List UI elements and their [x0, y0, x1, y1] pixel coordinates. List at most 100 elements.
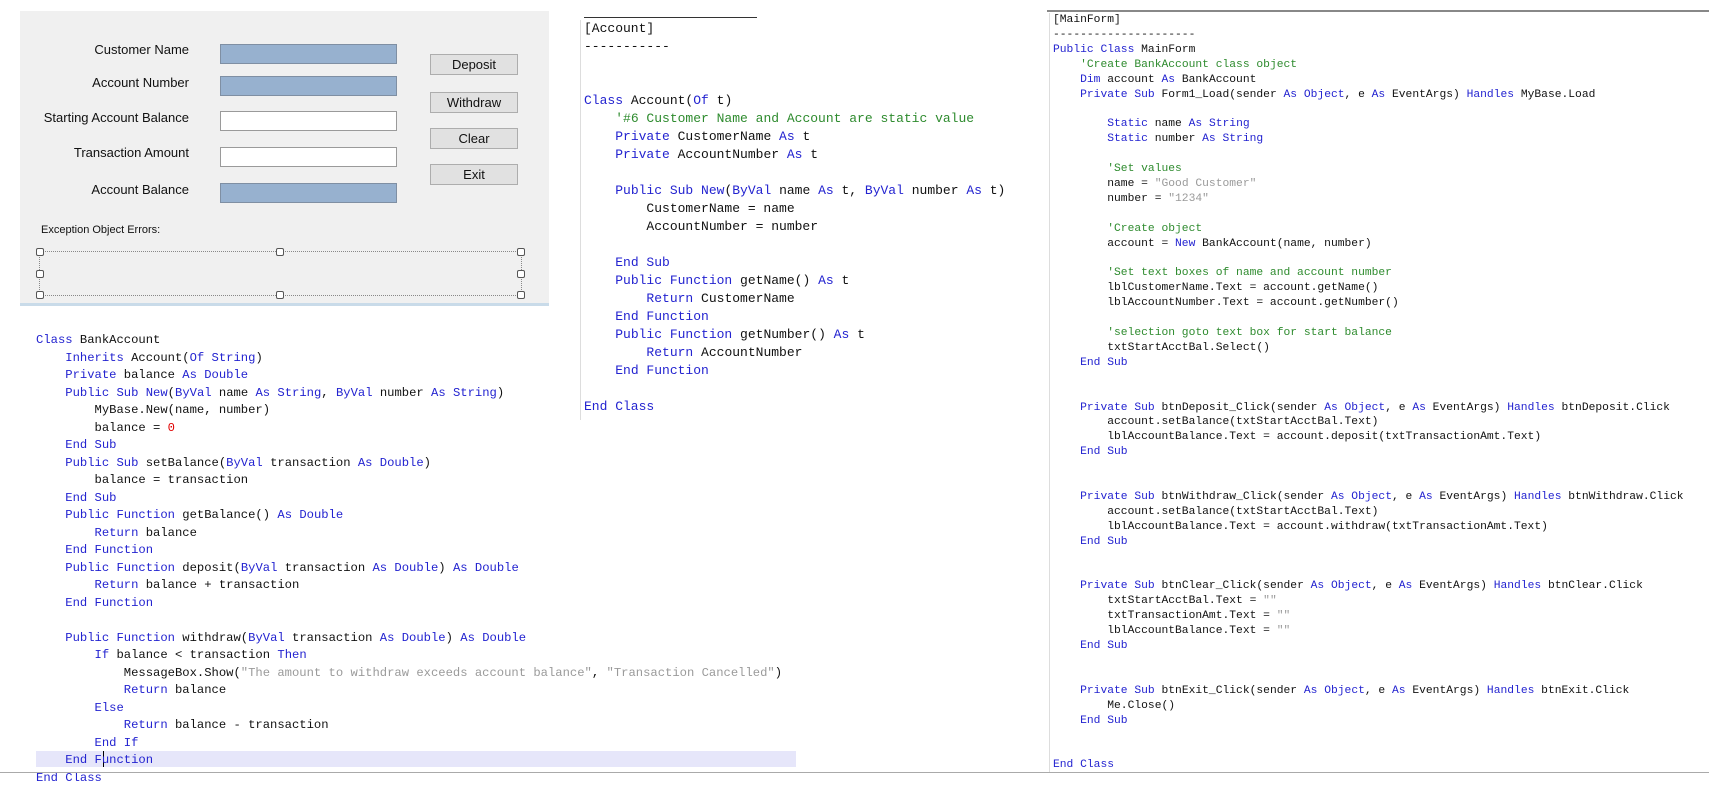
code-line[interactable]: '#6 Customer Name and Account are static… — [584, 110, 1005, 128]
code-line[interactable]: End Sub — [584, 254, 1005, 272]
code-line[interactable]: Class Account(Of t) — [584, 92, 1005, 110]
code-line[interactable]: End Sub — [36, 437, 782, 455]
resize-handle[interactable] — [517, 291, 525, 299]
resize-handle[interactable] — [276, 291, 284, 299]
exit-button[interactable]: Exit — [430, 164, 518, 185]
code-line[interactable]: account.setBalance(txtStartAcctBal.Text) — [1053, 415, 1684, 430]
code-line[interactable]: txtStartAcctBal.Text = "" — [1053, 594, 1684, 609]
code-line[interactable] — [584, 164, 1005, 182]
code-line[interactable]: lblAccountBalance.Text = account.withdra… — [1053, 520, 1684, 535]
code-line[interactable]: Return balance — [36, 525, 782, 543]
code-line[interactable]: account.setBalance(txtStartAcctBal.Text) — [1053, 505, 1684, 520]
code-line[interactable]: txtTransactionAmt.Text = "" — [1053, 609, 1684, 624]
code-line[interactable]: If balance < transaction Then — [36, 647, 782, 665]
code-line[interactable]: account = New BankAccount(name, number) — [1053, 237, 1684, 252]
code-line[interactable]: Dim account As BankAccount — [1053, 73, 1684, 88]
code-line[interactable]: 'Set text boxes of name and account numb… — [1053, 266, 1684, 281]
code-line[interactable]: CustomerName = name — [584, 200, 1005, 218]
code-line[interactable] — [1053, 654, 1684, 669]
code-line[interactable]: [Account] — [584, 20, 1005, 38]
code-line[interactable]: 'selection goto text box for start balan… — [1053, 326, 1684, 341]
code-line[interactable]: Private Sub btnWithdraw_Click(sender As … — [1053, 490, 1684, 505]
code-line[interactable] — [1053, 102, 1684, 117]
code-line[interactable]: [MainForm] — [1053, 13, 1684, 28]
code-line[interactable]: Public Sub setBalance(ByVal transaction … — [36, 455, 782, 473]
code-line[interactable]: 'Create object — [1053, 222, 1684, 237]
resize-handle[interactable] — [36, 270, 44, 278]
code-line[interactable]: Public Function withdraw(ByVal transacti… — [36, 630, 782, 648]
code-line[interactable]: End Sub — [1053, 639, 1684, 654]
resize-handle[interactable] — [517, 248, 525, 256]
transaction-amount-input[interactable] — [220, 147, 397, 167]
resize-handle[interactable] — [36, 291, 44, 299]
code-line[interactable]: Public Function getBalance() As Double — [36, 507, 782, 525]
code-line[interactable] — [1053, 475, 1684, 490]
code-line[interactable]: Else — [36, 700, 782, 718]
code-line[interactable]: lblAccountNumber.Text = account.getNumbe… — [1053, 296, 1684, 311]
code-line[interactable]: 'Create BankAccount class object — [1053, 58, 1684, 73]
deposit-button[interactable]: Deposit — [430, 54, 518, 75]
code-line[interactable]: Public Function getName() As t — [584, 272, 1005, 290]
code-line[interactable]: Me.Close() — [1053, 699, 1684, 714]
resize-handle[interactable] — [276, 248, 284, 256]
code-line[interactable]: Public Sub New(ByVal name As t, ByVal nu… — [584, 182, 1005, 200]
code-line[interactable]: End Sub — [1053, 445, 1684, 460]
code-line[interactable]: End Function — [36, 595, 782, 613]
code-line[interactable]: Private CustomerName As t — [584, 128, 1005, 146]
code-line[interactable]: End Sub — [1053, 714, 1684, 729]
code-line[interactable]: Static name As String — [1053, 117, 1684, 132]
code-line[interactable] — [1053, 147, 1684, 162]
code-line[interactable] — [36, 612, 782, 630]
code-line[interactable] — [1053, 207, 1684, 222]
code-line[interactable]: End Class — [1053, 758, 1684, 773]
code-line[interactable] — [1053, 669, 1684, 684]
code-line[interactable]: End Class — [584, 398, 1005, 416]
code-line[interactable]: --------------------- — [1053, 28, 1684, 43]
code-line[interactable]: Public Function deposit(ByVal transactio… — [36, 560, 782, 578]
code-line[interactable]: name = "Good Customer" — [1053, 177, 1684, 192]
code-line[interactable]: lblCustomerName.Text = account.getName() — [1053, 281, 1684, 296]
code-line[interactable]: Public Class MainForm — [1053, 43, 1684, 58]
code-line[interactable] — [584, 236, 1005, 254]
code-line[interactable]: End Sub — [1053, 356, 1684, 371]
code-line[interactable] — [1053, 565, 1684, 580]
code-line[interactable]: End Function — [584, 362, 1005, 380]
code-line[interactable]: End If — [36, 735, 782, 753]
code-line[interactable]: Return AccountNumber — [584, 344, 1005, 362]
code-line[interactable]: End Sub — [36, 490, 782, 508]
code-line[interactable]: balance = 0 — [36, 420, 782, 438]
code-line[interactable] — [1053, 460, 1684, 475]
code-line[interactable] — [1053, 311, 1684, 326]
code-line[interactable]: number = "1234" — [1053, 192, 1684, 207]
code-line[interactable]: Private Sub btnClear_Click(sender As Obj… — [1053, 579, 1684, 594]
code-line[interactable]: balance = transaction — [36, 472, 782, 490]
main-form-code[interactable]: [MainForm]---------------------Public Cl… — [1053, 13, 1684, 773]
starting-balance-input[interactable] — [220, 111, 397, 131]
code-line[interactable] — [1053, 386, 1684, 401]
code-line[interactable] — [1053, 550, 1684, 565]
code-line[interactable]: txtStartAcctBal.Select() — [1053, 341, 1684, 356]
code-line[interactable]: ----------- — [584, 38, 1005, 56]
clear-button[interactable]: Clear — [430, 128, 518, 149]
code-line[interactable]: Private Sub btnDeposit_Click(sender As O… — [1053, 401, 1684, 416]
withdraw-button[interactable]: Withdraw — [430, 92, 518, 113]
code-line[interactable] — [1053, 729, 1684, 744]
code-line[interactable]: 'Set values — [1053, 162, 1684, 177]
code-line[interactable]: Static number As String — [1053, 132, 1684, 147]
code-line[interactable]: Return balance + transaction — [36, 577, 782, 595]
code-line[interactable]: lblAccountBalance.Text = "" — [1053, 624, 1684, 639]
code-line[interactable]: End Function — [36, 752, 782, 770]
code-line[interactable]: Private AccountNumber As t — [584, 146, 1005, 164]
account-code[interactable]: [Account]----------- Class Account(Of t)… — [584, 20, 1005, 416]
code-line[interactable]: MessageBox.Show("The amount to withdraw … — [36, 665, 782, 683]
code-line[interactable]: Return balance — [36, 682, 782, 700]
exception-errors-box[interactable] — [39, 251, 522, 296]
resize-handle[interactable] — [36, 248, 44, 256]
code-line[interactable]: End Sub — [1053, 535, 1684, 550]
code-line[interactable]: AccountNumber = number — [584, 218, 1005, 236]
code-line[interactable]: Return balance - transaction — [36, 717, 782, 735]
code-line[interactable]: Private Sub Form1_Load(sender As Object,… — [1053, 88, 1684, 103]
resize-handle[interactable] — [517, 270, 525, 278]
code-line[interactable] — [584, 74, 1005, 92]
code-line[interactable] — [1053, 252, 1684, 267]
